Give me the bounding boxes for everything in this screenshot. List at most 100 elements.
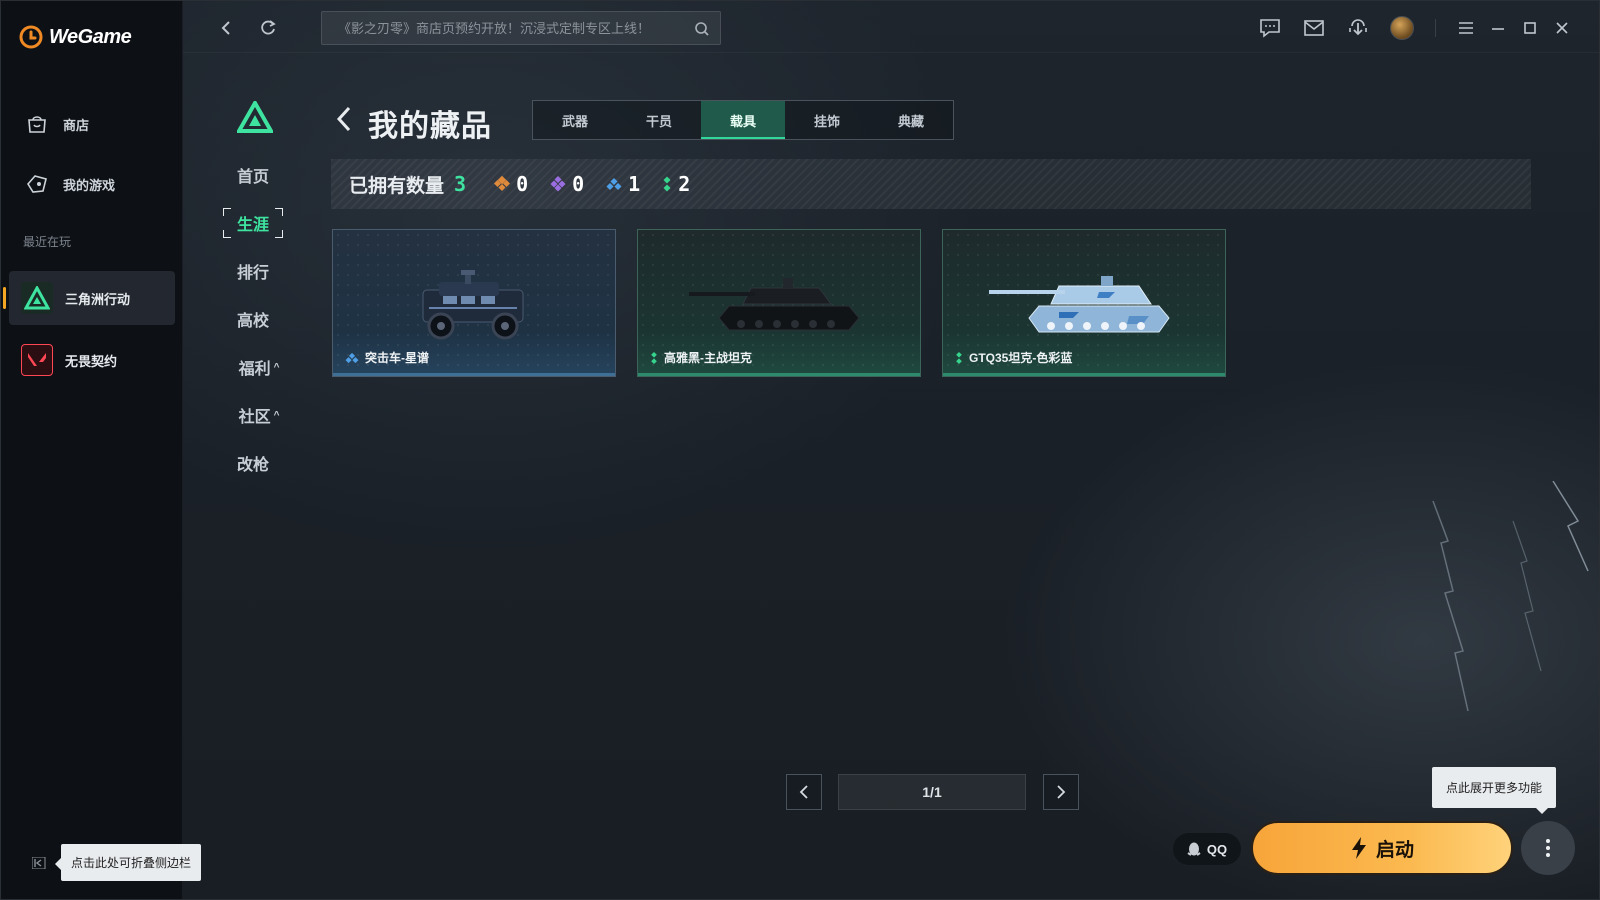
shop-bag-icon xyxy=(25,112,49,136)
sidebar-game-label: 三角洲行动 xyxy=(65,291,131,307)
sidebar-item-label: 商店 xyxy=(63,117,90,133)
rarity-green-icon xyxy=(663,176,671,192)
collection-card[interactable]: GTQ35坦克-色彩蓝 xyxy=(942,229,1226,377)
game-nav-ranking[interactable]: 排行 xyxy=(223,256,283,286)
collapse-sidebar-tooltip: 点击此处可折叠侧边栏 xyxy=(54,844,202,881)
game-nav-community[interactable]: 社区 ^ xyxy=(229,400,289,430)
lightning-icon xyxy=(1351,837,1366,859)
qq-penguin-icon xyxy=(1187,842,1201,856)
sidebar-game-label: 无畏契约 xyxy=(65,353,118,369)
chat-button[interactable] xyxy=(1257,15,1283,41)
rarity-count-orange: 0 xyxy=(494,172,528,196)
close-icon xyxy=(1556,22,1568,34)
card-item-label: 高雅黑-主战坦克 xyxy=(664,351,752,365)
game-nav-label: 改枪 xyxy=(236,457,269,474)
bracket-corner xyxy=(223,208,231,216)
rarity-orange-icon xyxy=(494,176,511,192)
assault-vehicle-image xyxy=(422,270,524,340)
collapse-sidebar-button[interactable] xyxy=(29,853,49,873)
qq-label: QQ xyxy=(1206,841,1228,857)
close-button[interactable] xyxy=(1549,15,1575,41)
delta-force-icon xyxy=(21,282,53,314)
maximize-button[interactable] xyxy=(1517,15,1543,41)
owned-count-total: 3 xyxy=(454,172,467,196)
sidebar-item-my-games[interactable]: 我的游戏 xyxy=(1,159,183,209)
bracket-corner xyxy=(275,230,283,238)
recent-games-label: 最近在玩 xyxy=(23,235,72,249)
page-indicator: 1/1 xyxy=(838,774,1026,810)
tab-collection[interactable]: 典藏 xyxy=(869,101,953,139)
next-page-button[interactable] xyxy=(1043,774,1079,810)
chevron-left-icon xyxy=(336,106,351,132)
game-nav-career[interactable]: 生涯 xyxy=(223,208,283,238)
rarity-value: 0 xyxy=(572,172,585,196)
search-bar[interactable] xyxy=(321,11,721,45)
collection-tabs: 武器 干员 载具 挂饰 典藏 xyxy=(532,100,954,140)
prev-page-button[interactable] xyxy=(786,774,822,810)
chat-bubble-icon xyxy=(1260,19,1280,38)
game-nav-label: 高校 xyxy=(236,313,269,330)
rarity-count-blue: 1 xyxy=(606,172,640,196)
rarity-green-icon xyxy=(651,351,657,364)
sidebar-item-label: 我的游戏 xyxy=(63,177,116,193)
bracket-corner xyxy=(223,230,231,238)
avatar xyxy=(1390,16,1414,40)
wegame-logo-icon xyxy=(19,25,43,49)
chevron-right-icon xyxy=(1057,785,1066,799)
card-rarity-strip xyxy=(638,373,920,376)
collapse-left-icon xyxy=(32,857,46,869)
refresh-button[interactable] xyxy=(255,15,281,41)
collection-card[interactable]: 突击车-星谱 xyxy=(332,229,616,377)
card-item-name: GTQ35坦克-色彩蓝 xyxy=(955,349,1072,366)
left-sidebar: WeGame 商店 我的游戏 最近在玩 三角洲行动 无畏契约 xyxy=(1,1,183,899)
owned-count-label: 已拥有数量 xyxy=(349,175,445,197)
collection-card[interactable]: 高雅黑-主战坦克 xyxy=(637,229,921,377)
vertical-dots-icon xyxy=(1546,839,1550,857)
back-button[interactable] xyxy=(213,15,239,41)
top-bar xyxy=(183,1,1599,53)
page-title: 我的藏品 xyxy=(368,110,492,143)
chevron-left-icon xyxy=(221,21,230,35)
game-nav-label: 福利 xyxy=(238,361,271,378)
game-nav-college[interactable]: 高校 xyxy=(223,304,283,334)
game-nav-label: 首页 xyxy=(236,169,269,186)
hamburger-menu-icon xyxy=(1459,22,1473,34)
game-nav-label: 生涯 xyxy=(236,217,269,234)
card-item-name: 高雅黑-主战坦克 xyxy=(650,349,752,366)
rarity-value: 1 xyxy=(628,172,641,196)
black-tank-image xyxy=(689,278,860,331)
qq-login-button[interactable]: QQ xyxy=(1173,833,1241,865)
game-nav-gun-mod[interactable]: 改枪 xyxy=(223,448,283,478)
sidebar-game-delta-force[interactable]: 三角洲行动 xyxy=(3,271,175,325)
tab-charms[interactable]: 挂饰 xyxy=(785,101,869,139)
card-item-name: 突击车-星谱 xyxy=(345,349,429,366)
storm-background-art xyxy=(1432,481,1589,712)
refresh-icon xyxy=(261,20,276,35)
search-input[interactable] xyxy=(338,20,688,36)
game-nav-welfare[interactable]: 福利 ^ xyxy=(229,352,289,382)
rarity-value: 0 xyxy=(516,172,529,196)
sidebar-game-valorant[interactable]: 无畏契约 xyxy=(9,333,175,387)
caret-up-icon: ^ xyxy=(273,361,280,373)
card-rarity-strip xyxy=(333,373,615,376)
collection-back-button[interactable] xyxy=(335,105,353,138)
tab-vehicles[interactable]: 载具 xyxy=(701,101,785,139)
more-functions-button[interactable] xyxy=(1521,821,1575,875)
mail-icon xyxy=(1304,20,1324,36)
rarity-blue-icon xyxy=(606,177,622,191)
menu-button[interactable] xyxy=(1453,15,1479,41)
user-avatar-button[interactable] xyxy=(1389,15,1415,41)
sidebar-item-shop[interactable]: 商店 xyxy=(1,99,183,149)
tab-weapons[interactable]: 武器 xyxy=(533,101,617,139)
game-controller-icon xyxy=(25,172,49,196)
search-icon[interactable] xyxy=(694,21,710,40)
download-button[interactable] xyxy=(1345,15,1371,41)
launch-game-button[interactable]: 启动 xyxy=(1251,821,1513,875)
tab-operators[interactable]: 干员 xyxy=(617,101,701,139)
game-nav-home[interactable]: 首页 xyxy=(223,160,283,190)
mail-button[interactable] xyxy=(1301,15,1327,41)
minimize-button[interactable] xyxy=(1485,15,1511,41)
chevron-left-icon xyxy=(799,785,808,799)
wegame-logo[interactable]: WeGame xyxy=(19,25,132,49)
card-item-label: 突击车-星谱 xyxy=(365,351,429,365)
